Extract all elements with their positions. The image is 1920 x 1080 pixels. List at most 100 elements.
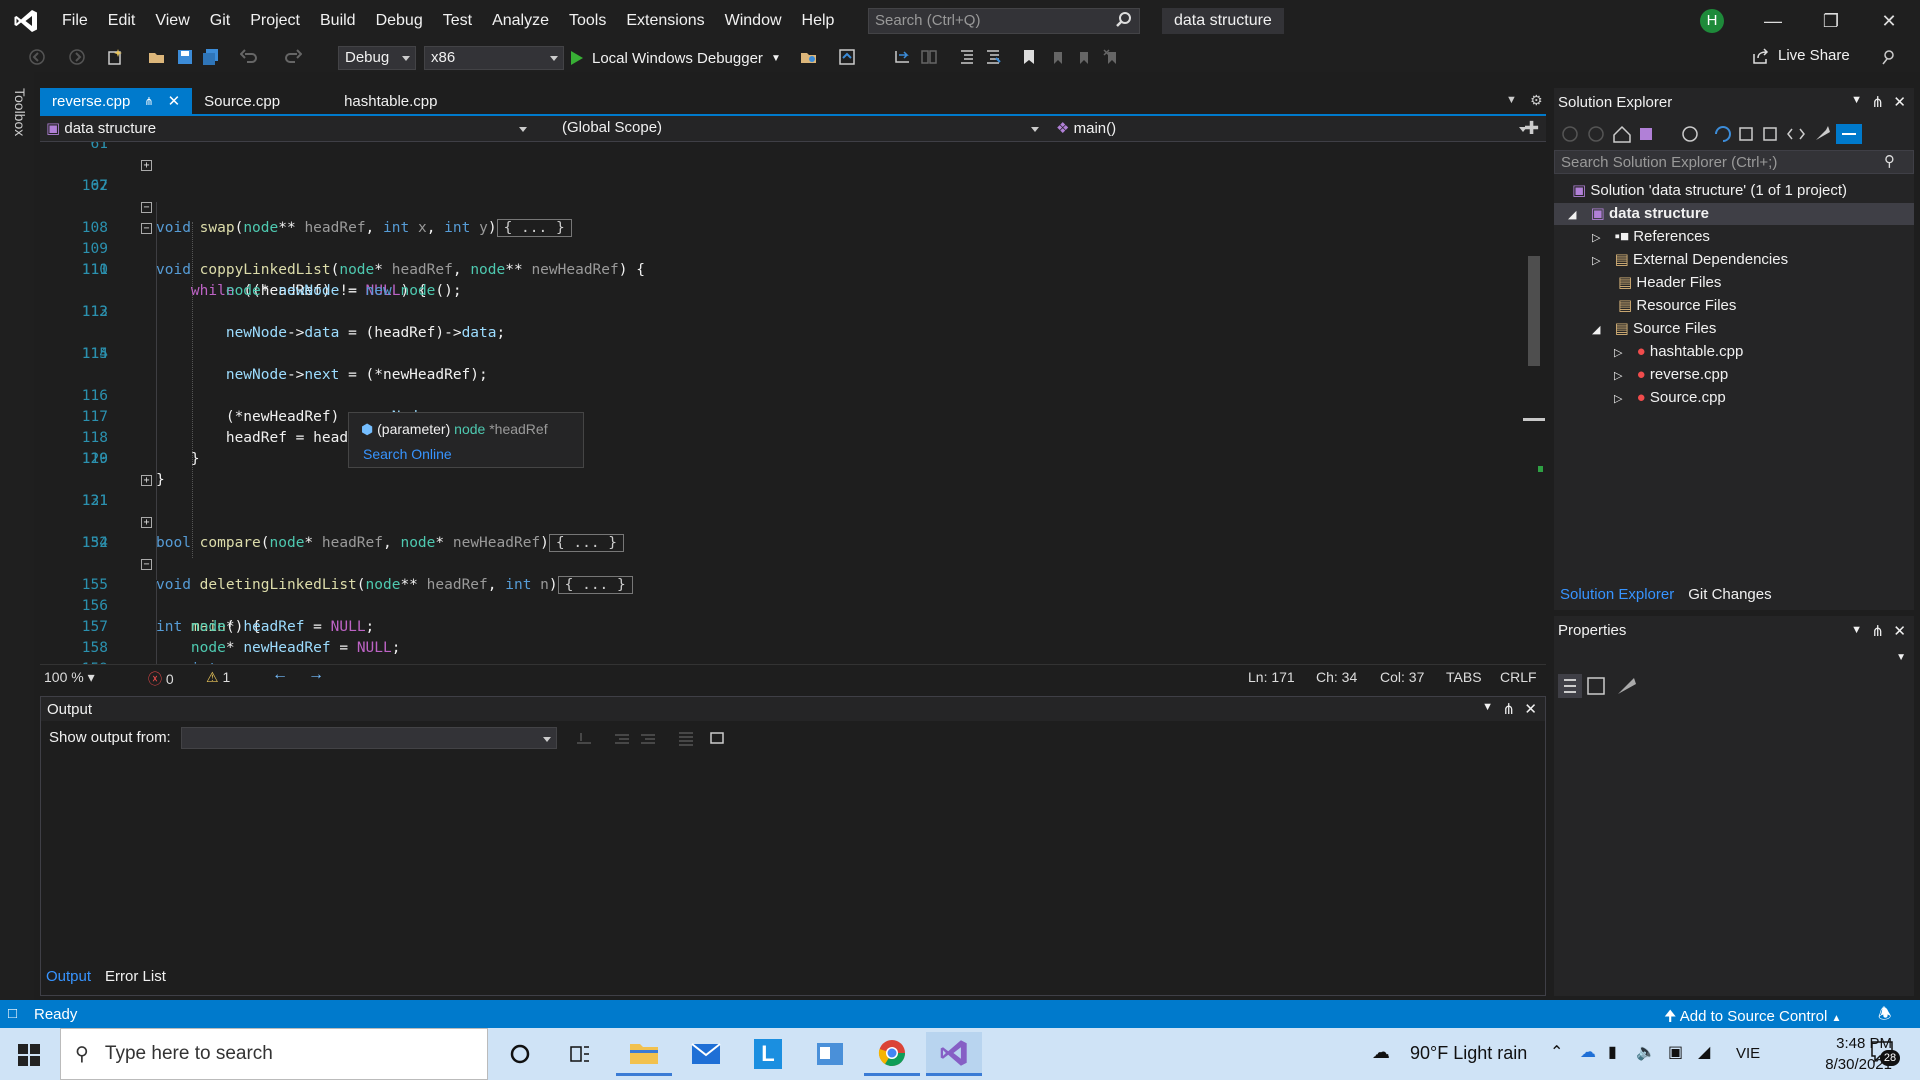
member-dropdown[interactable]: ❖ main() <box>1050 118 1532 140</box>
expand-icon[interactable]: + <box>141 160 152 171</box>
cortana-icon[interactable] <box>492 1032 548 1076</box>
chrome-icon[interactable] <box>864 1032 920 1076</box>
line-ending[interactable]: CRLF <box>1500 669 1537 685</box>
notification-center-button[interactable]: 28 <box>1870 1040 1900 1066</box>
bookmark-icon[interactable] <box>1020 48 1038 66</box>
properties-object-dropdown[interactable]: ▼ <box>1554 648 1914 670</box>
tab-error-list[interactable]: Error List <box>105 968 166 985</box>
save-icon[interactable] <box>176 48 194 66</box>
outlook-icon[interactable] <box>802 1032 858 1076</box>
toolbox-tab[interactable]: Toolbox <box>12 88 28 136</box>
solution-platform-dropdown[interactable]: x86 <box>424 46 564 70</box>
visual-studio-icon[interactable] <box>926 1032 982 1076</box>
zoom-dropdown[interactable]: 100 % ▾ <box>44 669 95 686</box>
tree-references[interactable]: ▷ ▪■ References <box>1592 226 1710 248</box>
tree-solution[interactable]: ▣ Solution 'data structure' (1 of 1 proj… <box>1572 180 1847 202</box>
expand-icon[interactable]: + <box>141 517 152 528</box>
tab-git-changes[interactable]: Git Changes <box>1688 586 1771 603</box>
tree-source-files[interactable]: ◢ ▤ Source Files <box>1592 318 1716 340</box>
browse-folder-icon[interactable] <box>800 48 818 66</box>
collapse-icon[interactable]: − <box>141 559 152 570</box>
windows-start-icon[interactable] <box>18 1044 40 1066</box>
onedrive-icon[interactable]: ☁ <box>1580 1042 1596 1062</box>
close-icon[interactable]: ✕ <box>168 92 181 110</box>
undo-icon[interactable] <box>240 48 258 66</box>
start-debugging-button[interactable]: Local Windows Debugger ▼ <box>570 46 781 70</box>
chevron-up-icon[interactable]: ⌃ <box>1550 1042 1563 1062</box>
menu-file[interactable]: File <box>52 0 98 42</box>
tree-resource-files[interactable]: ▤ Resource Files <box>1618 295 1736 317</box>
new-project-icon[interactable] <box>106 48 124 66</box>
live-share-button[interactable]: Live Share <box>1752 47 1850 64</box>
output-toolbar-icons[interactable] <box>575 729 725 747</box>
split-editor-icon[interactable]: ✚ <box>1524 118 1539 139</box>
clear-bookmarks-icon[interactable] <box>1102 48 1120 66</box>
feedback-icon[interactable] <box>1880 48 1898 66</box>
solution-configuration-dropdown[interactable]: Debug <box>338 46 416 70</box>
pin-icon[interactable]: ⋔ <box>1871 622 1884 640</box>
editor-vertical-scrollbar[interactable] <box>1526 142 1542 664</box>
menu-project[interactable]: Project <box>240 0 310 42</box>
solution-explorer-toolbar[interactable] <box>1560 124 1910 144</box>
expand-icon[interactable]: + <box>141 475 152 486</box>
step-icon[interactable] <box>894 48 912 66</box>
tree-file-reverse[interactable]: ▷ ● reverse.cpp <box>1614 364 1728 386</box>
tree-file-hashtable[interactable]: ▷ ● hashtable.cpp <box>1614 341 1743 363</box>
pin-icon[interactable]: ⋔ <box>1502 700 1515 718</box>
taskbar-search-input[interactable]: ⚲ Type here to search <box>60 1028 488 1080</box>
quick-search-input[interactable]: Search (Ctrl+Q) <box>868 8 1140 34</box>
tree-external-dependencies[interactable]: ▷ ▤ External Dependencies <box>1592 249 1788 271</box>
chevron-down-icon[interactable]: ▼ <box>1851 624 1862 636</box>
chevron-down-icon[interactable]: ▼ <box>1851 94 1862 106</box>
solution-search-input[interactable]: Search Solution Explorer (Ctrl+;) ⚲ <box>1554 150 1914 174</box>
menu-analyze[interactable]: Analyze <box>482 0 559 42</box>
properties-toolbar[interactable] <box>1558 674 1648 698</box>
menu-view[interactable]: View <box>145 0 199 42</box>
scope-dropdown[interactable]: (Global Scope) <box>556 118 1044 140</box>
tab-list-dropdown[interactable]: ▼ <box>1506 94 1517 106</box>
tab-solution-explorer[interactable]: Solution Explorer <box>1560 586 1674 603</box>
next-bookmark-icon[interactable] <box>1074 48 1092 66</box>
output-source-dropdown[interactable] <box>181 727 557 749</box>
menu-debug[interactable]: Debug <box>366 0 433 42</box>
menu-help[interactable]: Help <box>792 0 845 42</box>
tree-project[interactable]: ◢ ▣ data structure <box>1554 203 1914 225</box>
restore-button[interactable]: ❐ <box>1802 0 1860 42</box>
mail-icon[interactable] <box>678 1032 734 1076</box>
menu-git[interactable]: Git <box>200 0 240 42</box>
prev-issue-icon[interactable]: ← <box>272 666 288 684</box>
tree-header-files[interactable]: ▤ Header Files <box>1618 272 1721 294</box>
indent-mode[interactable]: TABS <box>1446 669 1482 685</box>
user-avatar[interactable]: H <box>1700 9 1724 33</box>
volume-icon[interactable]: 🔈 <box>1636 1042 1656 1062</box>
weather-text[interactable]: 90°F Light rain <box>1410 1043 1527 1064</box>
task-view-icon[interactable] <box>552 1032 608 1076</box>
weather-icon[interactable]: ☁ <box>1372 1042 1390 1063</box>
navigate-back-icon[interactable] <box>28 48 46 66</box>
comment-icon[interactable] <box>958 48 976 66</box>
tree-file-source[interactable]: ▷ ● Source.cpp <box>1614 387 1726 409</box>
menu-test[interactable]: Test <box>433 0 482 42</box>
layout-icon[interactable] <box>920 48 938 66</box>
collapse-icon[interactable]: − <box>141 223 152 234</box>
warning-count[interactable]: ⚠ 1 <box>206 669 230 686</box>
menu-window[interactable]: Window <box>715 0 792 42</box>
prev-bookmark-icon[interactable] <box>1048 48 1066 66</box>
editor-scroll-thumb[interactable] <box>1528 256 1540 366</box>
next-issue-icon[interactable]: → <box>308 666 324 684</box>
close-icon[interactable]: ✕ <box>1524 700 1537 718</box>
tab-source-cpp[interactable]: Source.cpp <box>192 88 292 114</box>
device-icon[interactable]: ▣ <box>1668 1042 1683 1062</box>
search-online-link[interactable]: Search Online <box>363 446 452 462</box>
minimize-button[interactable]: — <box>1744 0 1802 42</box>
code-editor[interactable]: 61 62 + void swap(node** headRef, int x,… <box>40 142 1530 664</box>
input-language[interactable]: VIE <box>1736 1045 1760 1062</box>
gear-icon[interactable]: ⚙ <box>1530 92 1543 109</box>
redo-icon[interactable] <box>284 48 302 66</box>
chevron-down-icon[interactable]: ▼ <box>1482 701 1493 713</box>
close-icon[interactable]: ✕ <box>1893 93 1906 111</box>
menu-edit[interactable]: Edit <box>98 0 146 42</box>
menu-extensions[interactable]: Extensions <box>616 0 714 42</box>
pin-icon[interactable]: ⋔ <box>144 95 153 108</box>
visual-studio-logo-icon[interactable] <box>0 0 52 42</box>
